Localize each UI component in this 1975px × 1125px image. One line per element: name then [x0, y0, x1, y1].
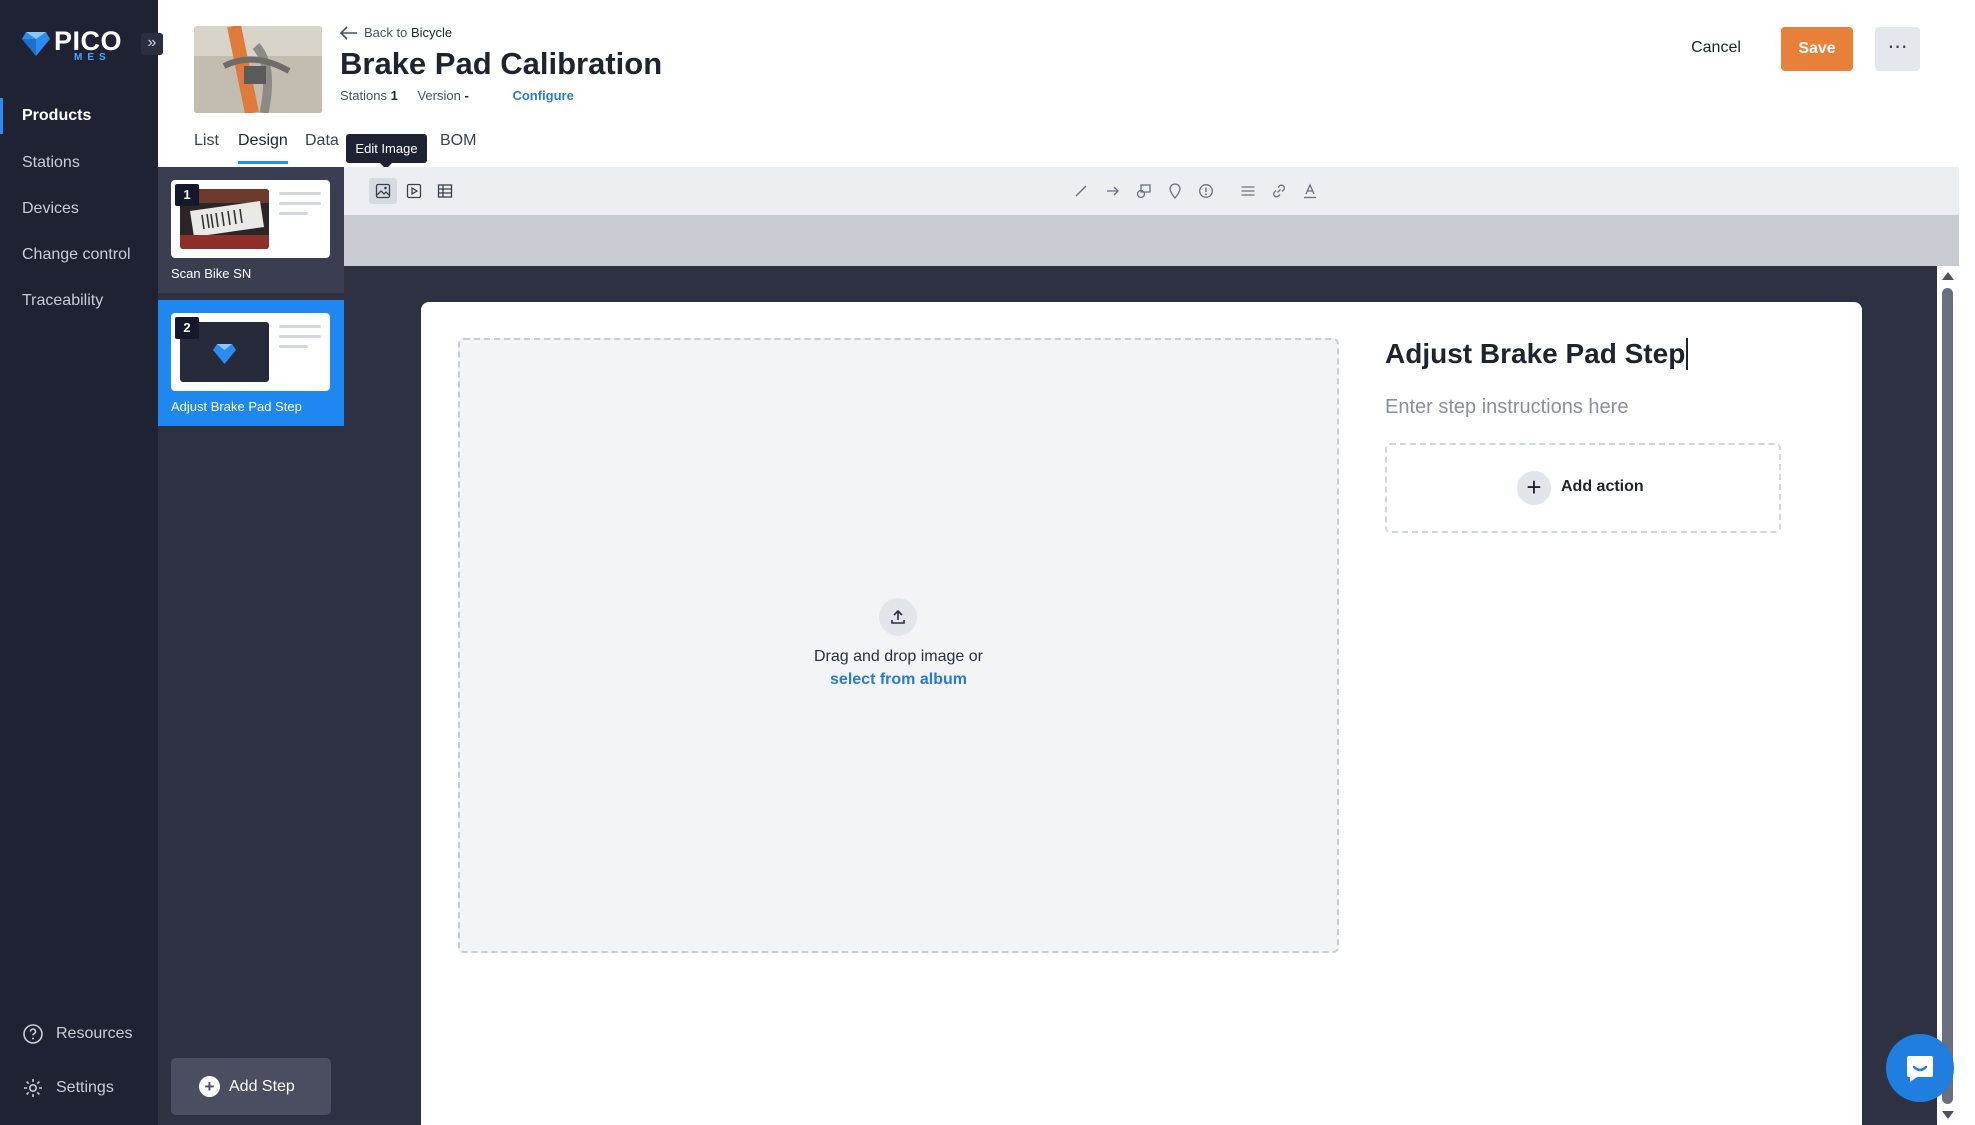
tab-list[interactable]: List	[194, 128, 219, 164]
page-title: Brake Pad Calibration	[340, 46, 663, 81]
add-step-button[interactable]: + Add Step	[171, 1058, 331, 1115]
chat-help-icon	[1907, 1056, 1933, 1082]
brand-sub: MES	[74, 52, 111, 63]
back-target: Bicycle	[410, 25, 453, 40]
version-label: Version	[417, 88, 461, 103]
canvas-scrollbar[interactable]	[1937, 266, 1959, 1125]
step-preview: 2	[171, 313, 330, 391]
gear-icon	[24, 1079, 42, 1097]
shape-icon[interactable]	[1130, 178, 1158, 204]
nav-item-change-control[interactable]: Change control	[0, 237, 158, 273]
step-label: Scan Bike SN	[171, 266, 252, 281]
plus-icon[interactable]: +	[1517, 471, 1551, 505]
step-number: 1	[175, 184, 199, 206]
settings-label: Settings	[56, 1079, 114, 1096]
configure-link[interactable]: Configure	[512, 88, 573, 103]
nav-item-stations[interactable]: Stations	[0, 145, 158, 181]
step-title-input[interactable]: Adjust Brake Pad Step	[1385, 338, 1689, 370]
save-button[interactable]: Save	[1781, 27, 1853, 71]
more-options-button[interactable]: ⋯	[1875, 27, 1920, 71]
nav-item-products[interactable]: Products	[0, 98, 158, 134]
tab-data[interactable]: Data	[305, 128, 339, 164]
back-link[interactable]: Back to Bicycle	[340, 22, 452, 44]
add-step-label: Add Step	[229, 1078, 295, 1095]
arrow-left-icon	[340, 26, 357, 40]
image-icon[interactable]	[369, 178, 397, 204]
step-label: Adjust Brake Pad Step	[171, 399, 302, 414]
align-icon[interactable]	[1234, 178, 1262, 204]
chat-support-button[interactable]	[1886, 1034, 1954, 1102]
upload-button[interactable]	[879, 598, 917, 636]
main-nav: PICO MES » Products Stations Devices Cha…	[0, 0, 163, 1125]
version-value: -	[464, 88, 469, 103]
nav-item-settings[interactable]: Settings	[22, 1074, 114, 1102]
video-icon[interactable]	[400, 178, 428, 204]
scroll-thumb[interactable]	[1942, 288, 1953, 1104]
product-thumbnail[interactable]	[194, 26, 322, 113]
plus-icon: +	[199, 1076, 220, 1097]
editor-toolbar	[344, 167, 1959, 215]
product-meta: Stations 1 Version - Configure	[340, 88, 574, 103]
tab-design[interactable]: Design	[238, 128, 288, 164]
edit-image-tooltip: Edit Image	[346, 134, 427, 169]
stations-label: Stations	[340, 88, 387, 103]
resources-label: Resources	[56, 1025, 133, 1042]
step-rail: 1 Scan Bike SN 2 Adjust Brake Pad Step	[158, 167, 344, 1125]
bicycle-brake-image	[194, 26, 322, 113]
back-prefix: Back to	[364, 25, 408, 40]
nav-item-traceability[interactable]: Traceability	[0, 283, 158, 319]
nav-item-resources[interactable]: Resources	[22, 1020, 132, 1048]
step-instructions-input[interactable]: Enter step instructions here	[1385, 396, 1628, 419]
image-dropzone[interactable]	[458, 338, 1339, 953]
nav-item-devices[interactable]: Devices	[0, 191, 158, 227]
toolbar-secondary-band	[344, 215, 1959, 266]
step-preview: 1	[171, 180, 330, 258]
dropzone-text: Drag and drop image or	[814, 648, 983, 665]
stations-value: 1	[390, 88, 398, 103]
marker-icon[interactable]	[1161, 178, 1189, 204]
step-number: 2	[175, 317, 199, 339]
text-placeholder-lines	[279, 192, 321, 222]
cancel-button[interactable]: Cancel	[1676, 26, 1756, 70]
tab-bom[interactable]: BOM	[440, 128, 476, 164]
link-icon[interactable]	[1265, 178, 1293, 204]
scroll-down-icon[interactable]	[1942, 1111, 1954, 1119]
step-card-1[interactable]: 1 Scan Bike SN	[158, 167, 344, 293]
arrow-icon[interactable]	[1099, 178, 1127, 204]
scroll-up-icon[interactable]	[1942, 272, 1954, 280]
upload-icon	[891, 609, 905, 624]
add-action-label[interactable]: Add action	[1561, 478, 1644, 496]
select-from-album-link[interactable]: select from album	[458, 671, 1339, 689]
info-icon[interactable]	[1192, 178, 1220, 204]
text-color-icon[interactable]	[1296, 178, 1324, 204]
collapse-nav-button[interactable]: »	[141, 33, 163, 55]
help-circle-icon	[23, 1024, 43, 1044]
diamond-logo-icon	[22, 32, 50, 56]
table-icon[interactable]	[431, 178, 459, 204]
line-icon[interactable]	[1067, 178, 1095, 204]
text-placeholder-lines	[279, 325, 321, 355]
step-card-2[interactable]: 2 Adjust Brake Pad Step	[158, 300, 344, 426]
pico-logo[interactable]: PICO MES	[22, 26, 132, 63]
